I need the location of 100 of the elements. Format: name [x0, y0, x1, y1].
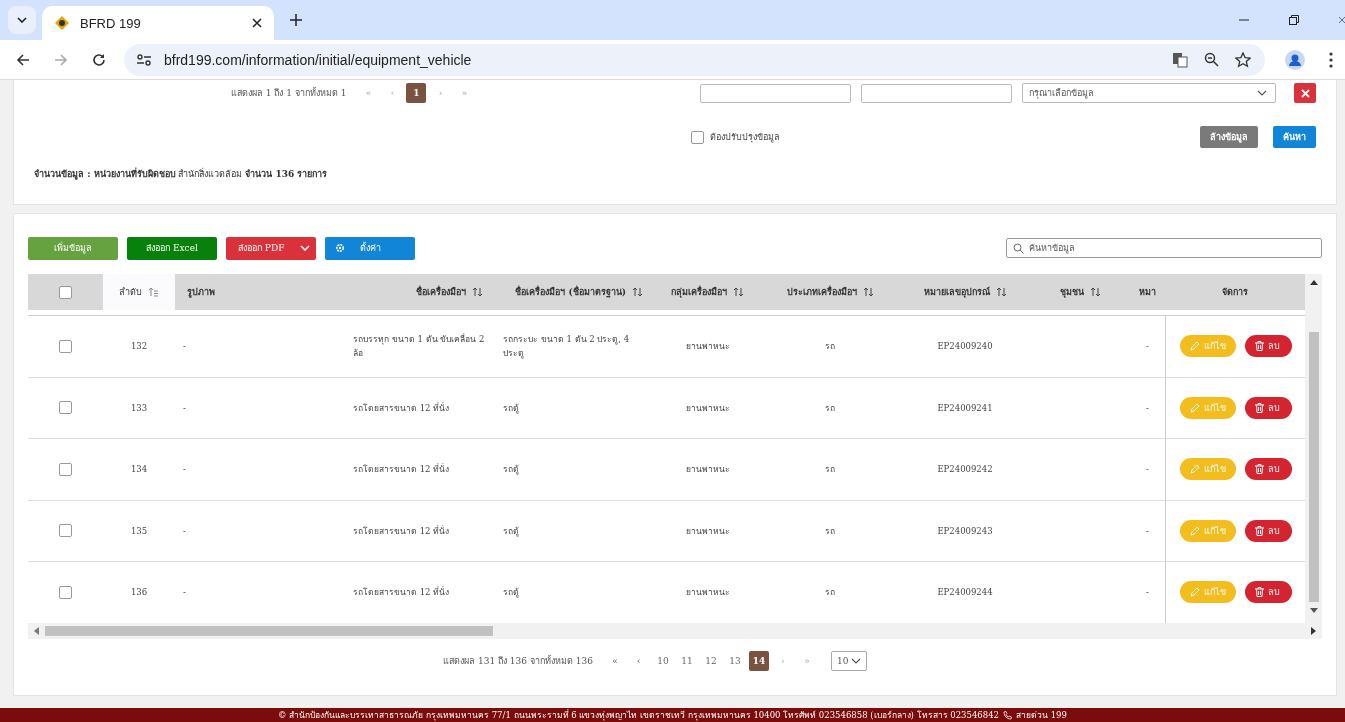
sort-icon[interactable]: [472, 287, 483, 297]
column-header[interactable]: ชื่อเครื่องมือฯ: [345, 274, 495, 310]
address-bar[interactable]: bfrd199.com/information/initial/equipment_vehicle: [124, 43, 1265, 76]
chevron-down-icon: [1257, 90, 1267, 96]
sort-icon[interactable]: [632, 287, 643, 297]
export-button[interactable]: ส่งออก Excel: [127, 236, 217, 260]
clear-filter-button[interactable]: [1294, 83, 1316, 103]
export-button[interactable]: ส่งออก PDF: [226, 236, 316, 260]
page-link[interactable]: 10: [652, 651, 673, 671]
sort-ascending-icon[interactable]: [148, 287, 159, 297]
site-settings-icon[interactable]: [136, 53, 152, 66]
table-cell: -: [1146, 525, 1149, 536]
pencil-icon: [1189, 341, 1200, 352]
caret-icon: [300, 245, 310, 251]
browser-tab[interactable]: BFRD 199: [42, 6, 274, 40]
menu-icon[interactable]: [1329, 51, 1333, 68]
page-link[interactable]: 14: [748, 651, 769, 671]
table-cell: 133: [130, 402, 148, 413]
table-cell: 135: [130, 525, 148, 536]
vertical-scrollbar[interactable]: [1305, 274, 1322, 623]
scroll-left-icon[interactable]: [34, 627, 39, 635]
table-cell-text: รถตู้: [503, 401, 519, 415]
page-size-select[interactable]: 10: [830, 651, 867, 671]
search-button[interactable]: ค้นหา: [1273, 126, 1316, 148]
page-link[interactable]: 12: [700, 651, 721, 671]
column-header[interactable]: ชุมชน: [1030, 274, 1130, 310]
table-cell: -: [183, 525, 186, 536]
reload-icon[interactable]: [92, 52, 106, 67]
table-cell-text: รถ: [825, 586, 835, 600]
row-checkbox[interactable]: [59, 585, 72, 599]
input-field[interactable]: [700, 83, 851, 103]
sort-icon[interactable]: [733, 287, 744, 297]
pencil-icon: [1189, 464, 1200, 475]
sort-icon[interactable]: [862, 287, 874, 297]
table-cell-text: รถตู้: [503, 524, 519, 538]
table-cell: รถโดยสารขนาด 12 ที่นั่ง: [353, 585, 450, 600]
column-header[interactable]: กลุ่มเครื่องมือฯ: [655, 274, 760, 310]
clear-button[interactable]: ล้างข้อมูล: [1200, 126, 1258, 148]
tab-list-button[interactable]: [8, 6, 36, 34]
translate-icon[interactable]: [1172, 51, 1188, 68]
column-header[interactable]: รูปภาพ: [175, 274, 345, 310]
select-field[interactable]: กรุณาเลือกข้อมูล: [1022, 83, 1276, 103]
scroll-down-icon[interactable]: [1309, 608, 1318, 613]
row-checkbox[interactable]: [59, 462, 72, 476]
delete-button[interactable]: ลบ: [1244, 519, 1292, 542]
profile-icon[interactable]: [1285, 49, 1305, 70]
input-field[interactable]: [861, 83, 1012, 103]
settings-button[interactable]: ตั้งค่า: [325, 236, 415, 260]
column-header[interactable]: ประเภทเครื่องมือฯ: [760, 274, 900, 310]
table-cell: -: [183, 464, 186, 475]
checkbox-label: ต้องปรับปรุงข้อมูล: [710, 131, 780, 144]
table-cell: EP24009240: [937, 341, 993, 352]
tab-title: BFRD 199: [80, 15, 142, 31]
column-header[interactable]: ลำดับ: [103, 274, 175, 310]
scroll-up-icon[interactable]: [1309, 280, 1318, 285]
back-icon[interactable]: [16, 52, 30, 67]
page-link[interactable]: 1: [406, 83, 427, 103]
search-field[interactable]: ค้นหาข้อมูล: [1006, 238, 1322, 258]
table-cell-text: ยานพาหนะ: [685, 401, 730, 415]
column-header[interactable]: ชื่อเครื่องมือฯ (ชื่อมาตรฐาน): [495, 274, 655, 310]
previous-page-link[interactable]: ‹: [628, 651, 649, 671]
row-checkbox[interactable]: [59, 339, 72, 353]
close-icon[interactable]: [252, 18, 262, 28]
zoom-icon[interactable]: [1204, 52, 1219, 67]
table-cell: -: [183, 402, 186, 413]
checkbox[interactable]: [691, 130, 704, 144]
delete-button[interactable]: ลบ: [1244, 396, 1292, 419]
table-cell: 132: [130, 341, 148, 352]
table-cell-text: รถโดยสารขนาด 12 ที่นั่ง: [353, 524, 450, 538]
row-checkbox[interactable]: [59, 524, 72, 538]
delete-button[interactable]: ลบ: [1244, 458, 1292, 481]
scroll-right-icon[interactable]: [1311, 627, 1316, 635]
table-cell: รถโดยสารขนาด 12 ที่นั่ง: [353, 462, 450, 477]
table-cell-text: ยานพาหนะ: [685, 340, 730, 354]
delete-button[interactable]: ลบ: [1244, 335, 1292, 358]
table-cell: -: [1146, 341, 1149, 352]
row-checkbox[interactable]: [59, 401, 72, 415]
star-icon[interactable]: [1235, 51, 1251, 68]
hotline-text: สายด่วน 199: [1015, 709, 1067, 722]
column-header[interactable]: จัดการ: [1165, 274, 1305, 310]
page-link[interactable]: 13: [724, 651, 745, 671]
restore-icon[interactable]: [1289, 15, 1299, 25]
table-cell-text: รถ: [825, 401, 835, 415]
sort-icon[interactable]: [1089, 287, 1101, 297]
search-icon: [1013, 242, 1024, 254]
first-page-link[interactable]: «: [604, 651, 625, 671]
column-header[interactable]: หมา: [1130, 274, 1165, 310]
column-header[interactable]: หมายเลขอุปกรณ์: [900, 274, 1030, 310]
table-cell-text: รถกระบะ ขนาด 1 ตัน 2 ประตู, 4 ประตู: [503, 333, 631, 361]
pagination-summary: แสดงผล 1 ถึง 1 จากทั้งหมด 1: [231, 86, 347, 100]
delete-button[interactable]: ลบ: [1244, 581, 1292, 604]
trash-icon: [1254, 341, 1264, 352]
horizontal-scrollbar[interactable]: [28, 623, 1322, 639]
page-link[interactable]: 11: [676, 651, 697, 671]
table-cell: -: [1146, 402, 1149, 413]
table-cell: -: [183, 587, 186, 598]
new-tab-icon[interactable]: [290, 14, 302, 26]
chevron-down-icon: [17, 17, 27, 23]
sort-icon[interactable]: [995, 287, 1007, 297]
select-all-checkbox[interactable]: [59, 285, 72, 299]
